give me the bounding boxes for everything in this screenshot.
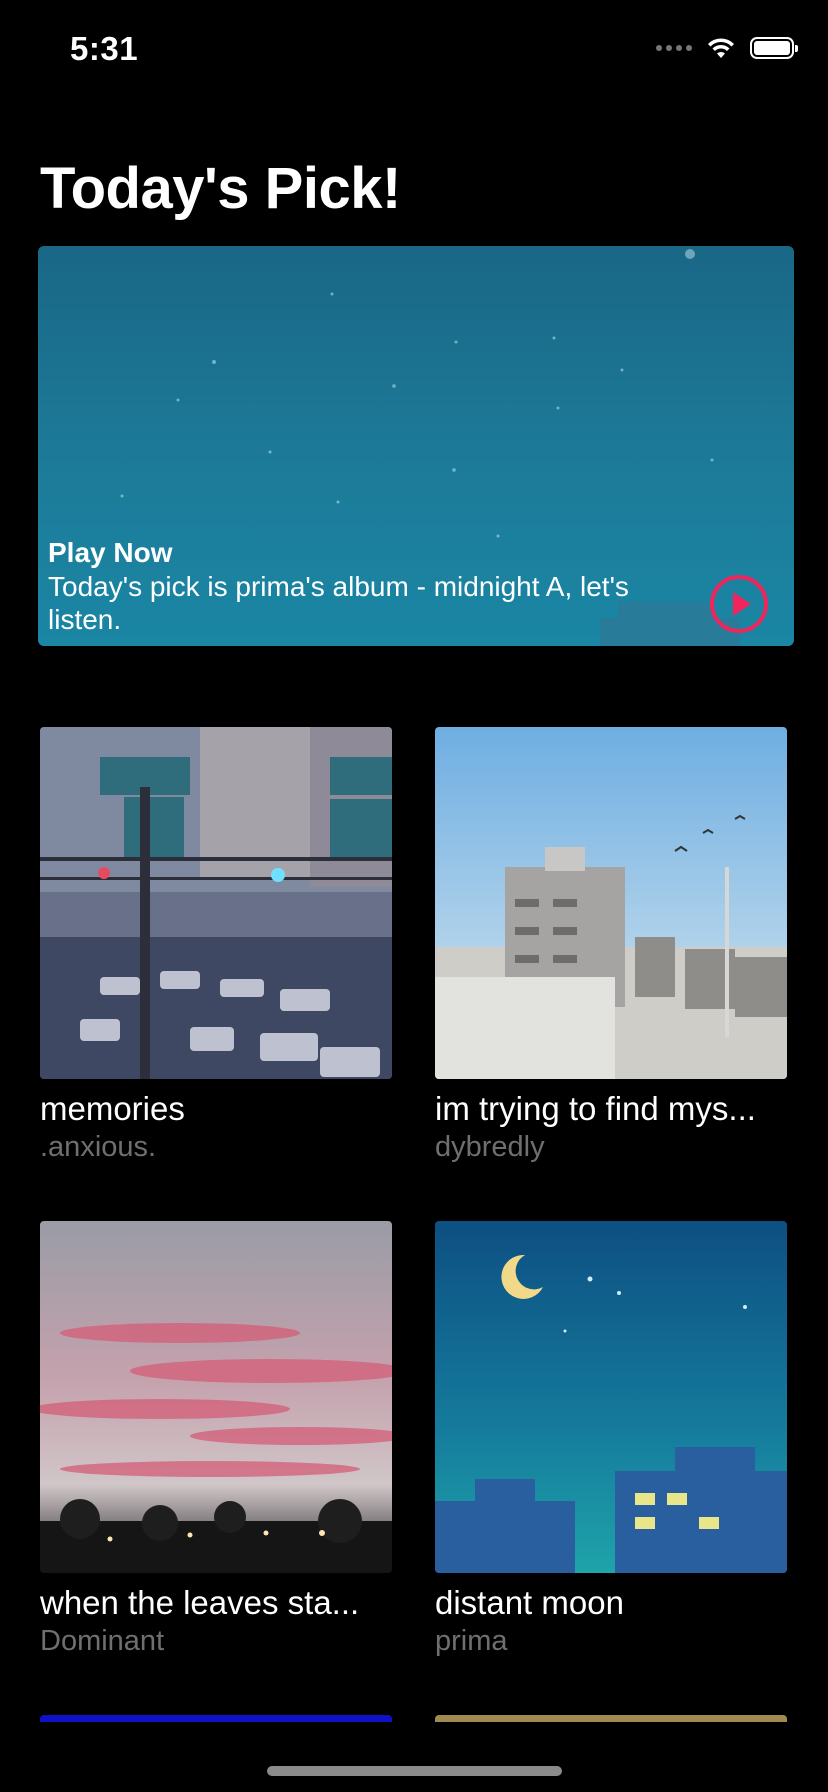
album-art-sunset-sky [40, 1221, 392, 1573]
play-button[interactable] [708, 573, 770, 635]
hero-text: Play Now Today's pick is prima's album -… [48, 536, 648, 636]
hero-kicker: Play Now [48, 537, 173, 568]
album-card-memories[interactable]: memories .anxious. [40, 727, 392, 1165]
home-indicator[interactable] [267, 1766, 562, 1776]
album-card-peek-left[interactable] [40, 1715, 392, 1722]
wifi-icon [708, 38, 734, 58]
page-title: Today's Pick! [40, 156, 401, 221]
album-title: when the leaves sta... [40, 1584, 360, 1621]
album-card-im-trying-to-find-myself[interactable]: im trying to find mys... dybredly [435, 727, 787, 1165]
album-card-when-the-leaves-start[interactable]: when the leaves sta... Dominant [40, 1221, 392, 1659]
album-card-distant-moon[interactable]: distant moon prima [435, 1221, 787, 1659]
status-bar: 5:31 [0, 0, 828, 100]
todays-pick-card[interactable]: Play Now Today's pick is prima's album -… [38, 246, 794, 646]
cellular-signal-icon [656, 45, 692, 51]
album-title: im trying to find mys... [435, 1090, 756, 1127]
album-title: memories [40, 1090, 185, 1127]
album-art-memories [40, 727, 392, 1079]
album-art-city-building [435, 727, 787, 1079]
album-artist: Dominant [40, 1625, 165, 1657]
album-artist: prima [435, 1625, 508, 1657]
album-card-peek-right[interactable] [435, 1715, 787, 1722]
album-art-night-moon [435, 1221, 787, 1573]
album-artist: dybredly [435, 1131, 545, 1163]
status-icons [656, 36, 798, 60]
battery-icon [750, 37, 798, 59]
hero-description: Today's pick is prima's album - midnight… [48, 571, 629, 635]
album-title: distant moon [435, 1584, 624, 1621]
album-artist: .anxious. [40, 1131, 157, 1163]
status-time: 5:31 [70, 30, 139, 67]
